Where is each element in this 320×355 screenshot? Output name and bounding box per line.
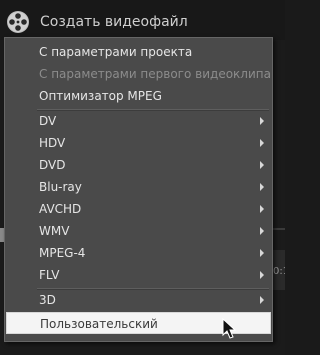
submenu-arrow-icon <box>260 139 264 147</box>
menu-item-label: AVCHD <box>39 202 82 216</box>
header-bar: Создать видеофайл <box>0 0 285 40</box>
menu-item-label: HDV <box>39 136 66 150</box>
menu-item-dvd[interactable]: DVD <box>6 154 271 176</box>
menu-item-label: FLV <box>39 268 60 282</box>
menu-item-label: Оптимизатор MPEG <box>39 89 162 103</box>
menu-item-hdv[interactable]: HDV <box>6 132 271 154</box>
app-window: Создать видеофайл 0:1 С параметрами прое… <box>0 0 285 355</box>
menu-item-avchd[interactable]: AVCHD <box>6 198 271 220</box>
mouse-pointer-icon <box>222 318 237 339</box>
menu-item-wmv[interactable]: WMV <box>6 220 271 242</box>
submenu-arrow-icon <box>260 227 264 235</box>
menu-item-label: Пользовательский <box>40 317 158 331</box>
menu-item-blu-ray[interactable]: Blu-ray <box>6 176 271 198</box>
menu-item-mpeg-optimizer[interactable]: Оптимизатор MPEG <box>6 85 271 107</box>
menu-item-label: Blu-ray <box>39 180 82 194</box>
menu-item-label: DV <box>39 114 57 128</box>
menu-item-label: WMV <box>39 224 70 238</box>
background-divider <box>271 228 285 230</box>
menu-item-label: С параметрами проекта <box>39 45 193 59</box>
film-reel-icon[interactable] <box>6 10 30 34</box>
submenu-arrow-icon <box>260 117 264 125</box>
menu-item-mpeg4[interactable]: MPEG-4 <box>6 242 271 264</box>
submenu-arrow-icon <box>260 183 264 191</box>
submenu-arrow-icon <box>260 296 264 304</box>
menu-item-label: 3D <box>39 293 56 307</box>
menu-item-label: DVD <box>39 158 66 172</box>
background-timecode: 0:1 <box>273 266 285 277</box>
submenu-arrow-icon <box>260 249 264 257</box>
menu-item-dv[interactable]: DV <box>6 110 271 132</box>
menu-item-label: С параметрами первого видеоклипа <box>39 67 271 81</box>
menu-item-first-clip-settings: С параметрами первого видеоклипа <box>6 63 271 85</box>
menu-item-project-settings[interactable]: С параметрами проекта <box>6 41 271 63</box>
menu-item-flv[interactable]: FLV <box>6 264 271 286</box>
submenu-arrow-icon <box>260 271 264 279</box>
submenu-arrow-icon <box>260 161 264 169</box>
menu-item-3d[interactable]: 3D <box>6 289 271 311</box>
create-video-file-menu: С параметрами проекта С параметрами перв… <box>4 37 273 342</box>
create-video-file-title[interactable]: Создать видеофайл <box>40 13 188 31</box>
submenu-arrow-icon <box>260 205 264 213</box>
menu-item-label: MPEG-4 <box>39 246 86 260</box>
